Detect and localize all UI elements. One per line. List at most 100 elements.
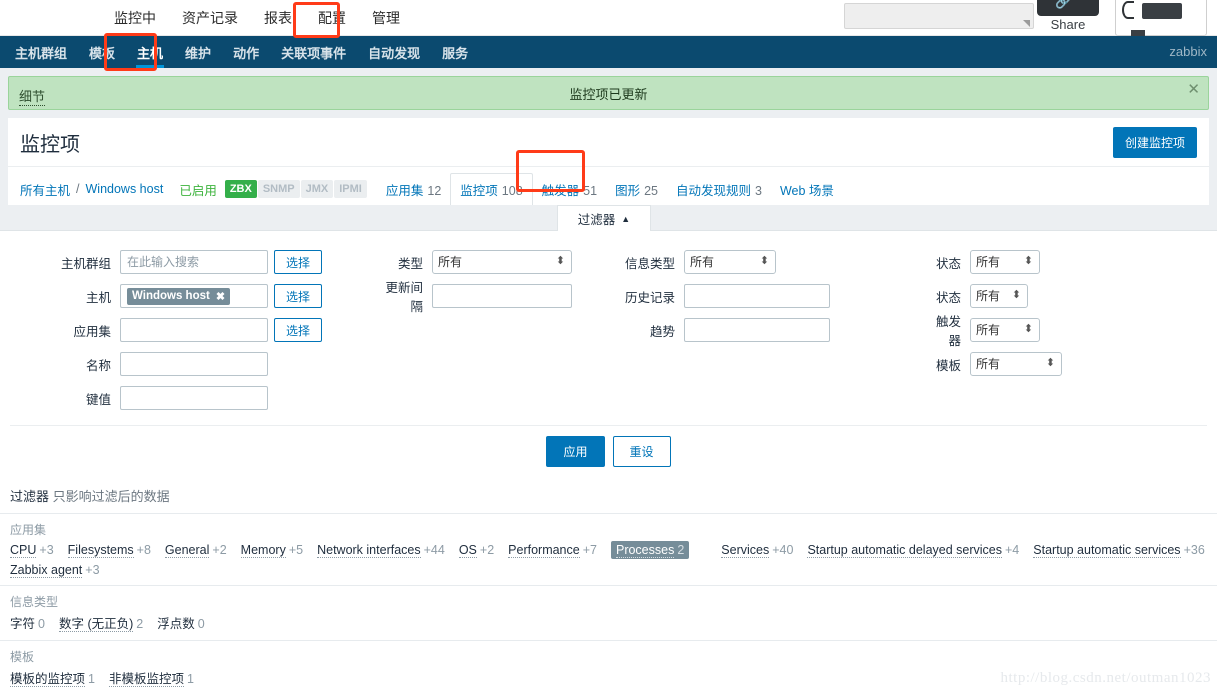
create-item-button[interactable]: 创建监控项 xyxy=(1112,127,1197,158)
subfilter-item-label[interactable]: 字符 xyxy=(10,617,35,631)
extension-popup[interactable] xyxy=(1115,0,1207,36)
subfilter-item[interactable]: Services +40 xyxy=(721,543,793,558)
subfilter-item[interactable]: 数字 (无正负) 2 xyxy=(58,613,143,632)
info-type-select[interactable]: 所有 xyxy=(684,250,777,274)
subfilter-item-count: +4 xyxy=(1005,543,1020,557)
subfilter-item-label[interactable]: Processes xyxy=(615,543,675,558)
subfilter-item[interactable]: Startup automatic delayed services +4 xyxy=(807,543,1020,558)
reset-button[interactable]: 重设 xyxy=(612,436,671,467)
filter-row-type: 类型 所有 xyxy=(376,245,573,279)
subfilter-item-label[interactable]: Network interfaces xyxy=(317,543,421,558)
subfilter-item-label[interactable]: 浮点数 xyxy=(157,617,195,631)
object-tab-1[interactable]: 监控项 108 xyxy=(450,173,533,206)
subfilter-item-label[interactable]: 数字 (无正负) xyxy=(58,617,134,632)
subfilter-item-label[interactable]: Zabbix agent xyxy=(10,563,83,578)
apply-button[interactable]: 应用 xyxy=(546,436,605,467)
application-input[interactable] xyxy=(120,318,268,342)
subfilter-item[interactable]: Processes 2 xyxy=(610,541,690,559)
subfilter-item-count: +36 xyxy=(1183,543,1205,557)
nav-item-0[interactable]: 主机群组 xyxy=(4,36,78,68)
subfilter-item[interactable]: 非模板监控项 1 xyxy=(108,668,194,687)
subfilter-item[interactable]: Filesystems +8 xyxy=(67,543,151,558)
subfilter-item[interactable]: 模板的监控项 1 xyxy=(10,668,95,687)
host-group-input[interactable] xyxy=(120,250,268,274)
nav-item-4[interactable]: 动作 xyxy=(222,36,270,68)
host-chip[interactable]: Windows host ✖ xyxy=(127,287,231,305)
nav-item-2[interactable]: 主机 xyxy=(126,36,174,68)
host-select-button[interactable]: 选择 xyxy=(274,284,323,308)
subfilter-item[interactable]: 浮点数 0 xyxy=(157,613,204,632)
subfilter-item-label[interactable]: Performance xyxy=(508,543,580,558)
subfilter-heading: 过滤器 只影响过滤后的数据 xyxy=(0,479,1217,513)
type-select[interactable]: 所有 xyxy=(432,250,573,274)
subfilter-item-label[interactable]: Startup automatic services xyxy=(1033,543,1181,558)
subfilter-item[interactable]: Performance +7 xyxy=(508,543,597,558)
main-menu-item-1[interactable]: 资产记录 xyxy=(180,4,240,32)
subfilter-item-label[interactable]: CPU xyxy=(10,543,37,558)
message-details-link[interactable]: 细节 xyxy=(19,86,46,106)
subfilter-item[interactable]: General +2 xyxy=(164,543,227,558)
object-tab-label-2[interactable]: 触发器 xyxy=(542,184,580,198)
main-menu-item-4[interactable]: 管理 xyxy=(370,4,402,32)
subfilter-item-label[interactable]: OS xyxy=(458,543,477,558)
update-interval-input[interactable] xyxy=(432,284,573,308)
subfilter-item-label[interactable]: Filesystems xyxy=(67,543,134,558)
object-tab-label-5[interactable]: Web 场景 xyxy=(780,184,834,198)
filter-toggle-tab[interactable]: 过滤器 ▲ xyxy=(557,205,651,231)
subfilter-item[interactable]: Startup automatic services +36 xyxy=(1033,543,1205,558)
object-tab-0[interactable]: 应用集 12 xyxy=(377,174,450,205)
main-menu-item-2[interactable]: 报表 xyxy=(262,4,294,32)
trends-input[interactable] xyxy=(684,318,831,342)
object-tab-label-0[interactable]: 应用集 xyxy=(386,184,424,198)
subfilter-item-label[interactable]: 模板的监控项 xyxy=(10,672,86,687)
name-input[interactable] xyxy=(120,352,268,376)
browser-search-input[interactable] xyxy=(844,3,1034,29)
template-select[interactable]: 所有 xyxy=(970,352,1063,376)
breadcrumb-all-hosts[interactable]: 所有主机 xyxy=(20,180,70,199)
object-tab-label-4[interactable]: 自动发现规则 xyxy=(676,184,751,198)
subfilter-item[interactable]: Network interfaces +44 xyxy=(317,543,445,558)
triggers-select[interactable]: 所有 xyxy=(970,318,1041,342)
object-tab-3[interactable]: 图形 25 xyxy=(606,174,667,205)
key-input[interactable] xyxy=(120,386,268,410)
subfilter-item[interactable]: Zabbix agent +3 xyxy=(10,563,100,578)
state-select[interactable]: 所有 xyxy=(970,250,1041,274)
close-icon[interactable]: ✕ xyxy=(1187,82,1200,97)
nav-item-6[interactable]: 自动发现 xyxy=(357,36,431,68)
subfilter-item-label[interactable]: General xyxy=(164,543,210,558)
remove-chip-icon[interactable]: ✖ xyxy=(216,290,225,303)
object-tab-label-3[interactable]: 图形 xyxy=(615,184,640,198)
nav-item-3[interactable]: 维护 xyxy=(174,36,222,68)
extension-button[interactable] xyxy=(1142,3,1182,19)
subfilter-item-count: 1 xyxy=(88,672,95,686)
subfilter-item[interactable]: 字符 0 xyxy=(10,613,45,632)
nav-item-7[interactable]: 服务 xyxy=(431,36,479,68)
logged-in-user: zabbix xyxy=(1169,44,1207,59)
key-label: 键值 xyxy=(85,392,111,407)
object-tab-2[interactable]: 触发器 51 xyxy=(533,174,606,205)
history-input[interactable] xyxy=(684,284,831,308)
main-menu-item-0[interactable]: 监控中 xyxy=(112,4,158,32)
subfilter-item-label[interactable]: Memory xyxy=(240,543,286,558)
host-group-select-button[interactable]: 选择 xyxy=(274,250,323,274)
application-select-button[interactable]: 选择 xyxy=(274,318,323,342)
subfilter-item[interactable]: Memory +5 xyxy=(240,543,303,558)
subfilter-item-label[interactable]: Startup automatic delayed services xyxy=(807,543,1002,558)
nav-item-5[interactable]: 关联项事件 xyxy=(270,36,357,68)
share-icon[interactable]: 🔗 xyxy=(1037,0,1099,16)
nav-item-1[interactable]: 模板 xyxy=(78,36,126,68)
subfilter-item[interactable]: OS +2 xyxy=(458,543,494,558)
host-group-label: 主机群组 xyxy=(60,256,111,271)
subfilter-item-label[interactable]: 非模板监控项 xyxy=(108,672,184,687)
host-input[interactable]: Windows host ✖ xyxy=(120,284,268,308)
subfilter-item-label[interactable]: Services xyxy=(721,543,770,558)
share-control[interactable]: 🔗 Share xyxy=(1037,0,1099,32)
object-tab-4[interactable]: 自动发现规则 3 xyxy=(667,174,771,205)
object-tab-label-1[interactable]: 监控项 xyxy=(460,184,498,198)
object-tab-5[interactable]: Web 场景 xyxy=(771,174,843,205)
subfilter-item[interactable]: CPU +3 xyxy=(10,543,54,558)
status-select[interactable]: 所有 xyxy=(970,284,1029,308)
breadcrumb-host[interactable]: Windows host xyxy=(86,182,164,196)
main-menu-item-3[interactable]: 配置 xyxy=(316,4,348,32)
subfilter-section-1: 信息类型 字符 0 数字 (无正负) 2 浮点数 0 xyxy=(0,585,1217,640)
